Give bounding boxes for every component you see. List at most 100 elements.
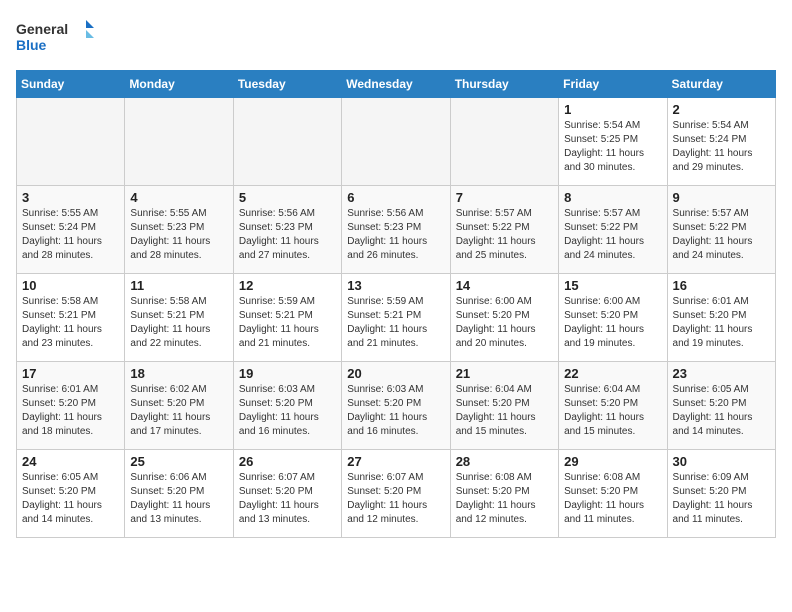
day-number: 10 (22, 278, 119, 293)
day-cell (125, 98, 233, 186)
day-info: Sunrise: 5:59 AM Sunset: 5:21 PM Dayligh… (347, 295, 444, 351)
day-info: Sunrise: 5:58 AM Sunset: 5:21 PM Dayligh… (130, 295, 227, 351)
week-row-1: 3 Sunrise: 5:55 AM Sunset: 5:24 PM Daylig… (17, 186, 776, 274)
day-info: Sunrise: 5:54 AM Sunset: 5:25 PM Dayligh… (564, 119, 661, 175)
day-number: 27 (347, 454, 444, 469)
day-info: Sunrise: 5:54 AM Sunset: 5:24 PM Dayligh… (673, 119, 770, 175)
week-row-0: 1Sunrise: 5:54 AM Sunset: 5:25 PM Daylig… (17, 98, 776, 186)
day-info: Sunrise: 6:07 AM Sunset: 5:20 PM Dayligh… (347, 471, 444, 527)
day-number: 14 (456, 278, 553, 293)
day-cell: 29 Sunrise: 6:08 AM Sunset: 5:20 PM Dayli… (559, 450, 667, 538)
day-number: 7 (456, 190, 553, 205)
header-sunday: Sunday (17, 71, 125, 98)
day-info: Sunrise: 6:03 AM Sunset: 5:20 PM Dayligh… (347, 383, 444, 439)
day-cell: 8Sunrise: 5:57 AM Sunset: 5:22 PM Daylig… (559, 186, 667, 274)
day-info: Sunrise: 6:01 AM Sunset: 5:20 PM Dayligh… (22, 383, 119, 439)
day-number: 21 (456, 366, 553, 381)
day-number: 2 (673, 102, 770, 117)
day-number: 30 (673, 454, 770, 469)
day-cell: 18 Sunrise: 6:02 AM Sunset: 5:20 PM Dayli… (125, 362, 233, 450)
day-info: Sunrise: 6:03 AM Sunset: 5:20 PM Dayligh… (239, 383, 336, 439)
day-info: Sunrise: 6:07 AM Sunset: 5:20 PM Dayligh… (239, 471, 336, 527)
calendar-body: 1Sunrise: 5:54 AM Sunset: 5:25 PM Daylig… (17, 98, 776, 538)
day-number: 6 (347, 190, 444, 205)
calendar-table: SundayMondayTuesdayWednesdayThursdayFrid… (16, 70, 776, 538)
svg-text:General: General (16, 21, 68, 37)
day-cell: 20 Sunrise: 6:03 AM Sunset: 5:20 PM Dayli… (342, 362, 450, 450)
week-row-4: 24 Sunrise: 6:05 AM Sunset: 5:20 PM Dayli… (17, 450, 776, 538)
day-info: Sunrise: 6:01 AM Sunset: 5:20 PM Dayligh… (673, 295, 770, 351)
logo: General Blue (16, 16, 96, 58)
day-number: 28 (456, 454, 553, 469)
day-info: Sunrise: 5:58 AM Sunset: 5:21 PM Dayligh… (22, 295, 119, 351)
day-cell: 4 Sunrise: 5:55 AM Sunset: 5:23 PM Daylig… (125, 186, 233, 274)
day-info: Sunrise: 5:56 AM Sunset: 5:23 PM Dayligh… (239, 207, 336, 263)
day-cell: 21 Sunrise: 6:04 AM Sunset: 5:20 PM Dayli… (450, 362, 558, 450)
day-cell: 23Sunrise: 6:05 AM Sunset: 5:20 PM Dayli… (667, 362, 775, 450)
header-row: SundayMondayTuesdayWednesdayThursdayFrid… (17, 71, 776, 98)
day-number: 24 (22, 454, 119, 469)
day-info: Sunrise: 6:00 AM Sunset: 5:20 PM Dayligh… (456, 295, 553, 351)
day-info: Sunrise: 6:05 AM Sunset: 5:20 PM Dayligh… (22, 471, 119, 527)
day-number: 20 (347, 366, 444, 381)
day-cell: 26 Sunrise: 6:07 AM Sunset: 5:20 PM Dayli… (233, 450, 341, 538)
day-cell (342, 98, 450, 186)
day-cell: 13Sunrise: 5:59 AM Sunset: 5:21 PM Dayli… (342, 274, 450, 362)
day-info: Sunrise: 5:55 AM Sunset: 5:23 PM Dayligh… (130, 207, 227, 263)
day-cell: 12 Sunrise: 5:59 AM Sunset: 5:21 PM Dayli… (233, 274, 341, 362)
day-info: Sunrise: 6:00 AM Sunset: 5:20 PM Dayligh… (564, 295, 661, 351)
day-number: 19 (239, 366, 336, 381)
header-monday: Monday (125, 71, 233, 98)
day-info: Sunrise: 5:57 AM Sunset: 5:22 PM Dayligh… (456, 207, 553, 263)
day-cell: 9 Sunrise: 5:57 AM Sunset: 5:22 PM Daylig… (667, 186, 775, 274)
day-cell (233, 98, 341, 186)
day-cell: 2 Sunrise: 5:54 AM Sunset: 5:24 PM Daylig… (667, 98, 775, 186)
day-cell: 19 Sunrise: 6:03 AM Sunset: 5:20 PM Dayli… (233, 362, 341, 450)
day-cell: 16Sunrise: 6:01 AM Sunset: 5:20 PM Dayli… (667, 274, 775, 362)
day-number: 26 (239, 454, 336, 469)
header-tuesday: Tuesday (233, 71, 341, 98)
day-number: 9 (673, 190, 770, 205)
day-number: 22 (564, 366, 661, 381)
day-cell: 14 Sunrise: 6:00 AM Sunset: 5:20 PM Dayli… (450, 274, 558, 362)
day-info: Sunrise: 6:08 AM Sunset: 5:20 PM Dayligh… (564, 471, 661, 527)
day-cell: 6 Sunrise: 5:56 AM Sunset: 5:23 PM Daylig… (342, 186, 450, 274)
day-number: 25 (130, 454, 227, 469)
day-cell: 1Sunrise: 5:54 AM Sunset: 5:25 PM Daylig… (559, 98, 667, 186)
day-number: 15 (564, 278, 661, 293)
week-row-3: 17Sunrise: 6:01 AM Sunset: 5:20 PM Dayli… (17, 362, 776, 450)
day-number: 3 (22, 190, 119, 205)
header-thursday: Thursday (450, 71, 558, 98)
day-info: Sunrise: 6:05 AM Sunset: 5:20 PM Dayligh… (673, 383, 770, 439)
week-row-2: 10 Sunrise: 5:58 AM Sunset: 5:21 PM Dayli… (17, 274, 776, 362)
day-cell (450, 98, 558, 186)
day-cell (17, 98, 125, 186)
day-number: 5 (239, 190, 336, 205)
day-cell: 17Sunrise: 6:01 AM Sunset: 5:20 PM Dayli… (17, 362, 125, 450)
day-info: Sunrise: 6:02 AM Sunset: 5:20 PM Dayligh… (130, 383, 227, 439)
day-cell: 25 Sunrise: 6:06 AM Sunset: 5:20 PM Dayli… (125, 450, 233, 538)
day-number: 4 (130, 190, 227, 205)
day-info: Sunrise: 6:09 AM Sunset: 5:20 PM Dayligh… (673, 471, 770, 527)
day-info: Sunrise: 5:56 AM Sunset: 5:23 PM Dayligh… (347, 207, 444, 263)
day-number: 11 (130, 278, 227, 293)
page-header: General Blue (16, 16, 776, 58)
day-cell: 10 Sunrise: 5:58 AM Sunset: 5:21 PM Dayli… (17, 274, 125, 362)
day-info: Sunrise: 5:59 AM Sunset: 5:21 PM Dayligh… (239, 295, 336, 351)
day-cell: 22 Sunrise: 6:04 AM Sunset: 5:20 PM Dayli… (559, 362, 667, 450)
day-info: Sunrise: 5:57 AM Sunset: 5:22 PM Dayligh… (673, 207, 770, 263)
day-cell: 7 Sunrise: 5:57 AM Sunset: 5:22 PM Daylig… (450, 186, 558, 274)
day-info: Sunrise: 6:04 AM Sunset: 5:20 PM Dayligh… (564, 383, 661, 439)
logo-svg: General Blue (16, 16, 96, 58)
day-cell: 27 Sunrise: 6:07 AM Sunset: 5:20 PM Dayli… (342, 450, 450, 538)
day-info: Sunrise: 6:04 AM Sunset: 5:20 PM Dayligh… (456, 383, 553, 439)
header-wednesday: Wednesday (342, 71, 450, 98)
day-cell: 28 Sunrise: 6:08 AM Sunset: 5:20 PM Dayli… (450, 450, 558, 538)
day-info: Sunrise: 5:55 AM Sunset: 5:24 PM Dayligh… (22, 207, 119, 263)
day-info: Sunrise: 6:08 AM Sunset: 5:20 PM Dayligh… (456, 471, 553, 527)
day-number: 18 (130, 366, 227, 381)
day-info: Sunrise: 6:06 AM Sunset: 5:20 PM Dayligh… (130, 471, 227, 527)
day-number: 29 (564, 454, 661, 469)
header-saturday: Saturday (667, 71, 775, 98)
day-number: 12 (239, 278, 336, 293)
